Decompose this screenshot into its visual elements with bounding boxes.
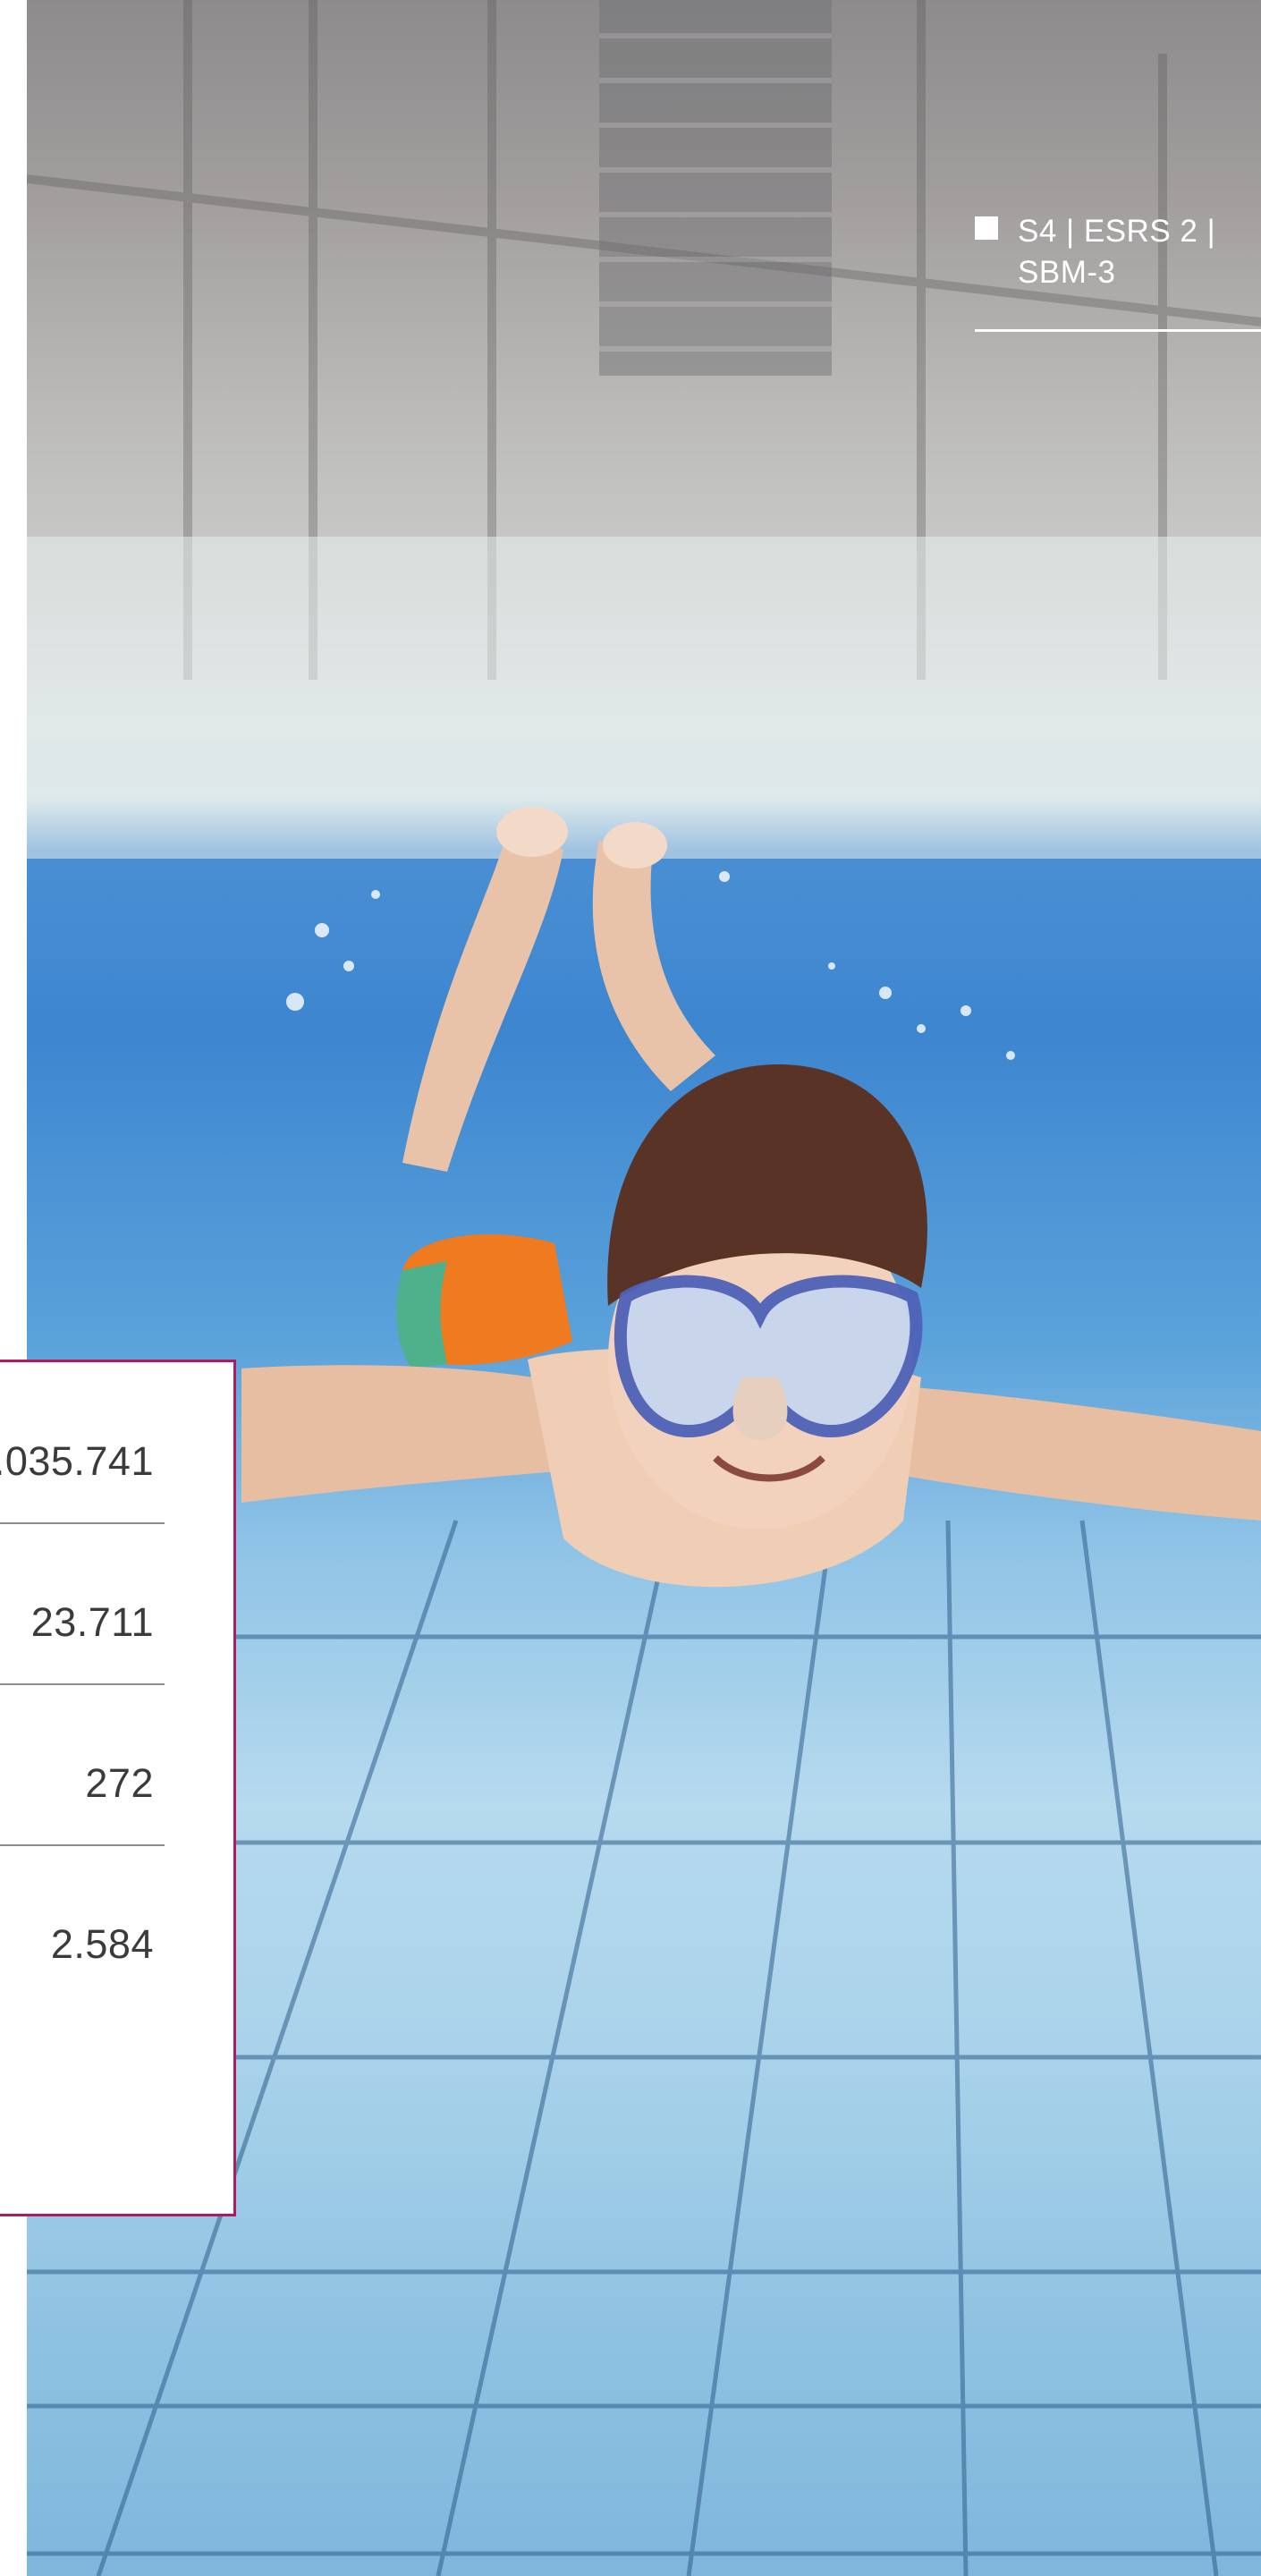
data-card: 1.035.741 23.711 272 2.584: [0, 1360, 236, 2216]
tag-label: S4 | ESRS 2 | SBM-3: [1018, 211, 1215, 293]
tag-line-1: S4 | ESRS 2 |: [1018, 214, 1216, 249]
card-value: 272: [85, 1760, 154, 1806]
card-value: 23.711: [30, 1599, 154, 1645]
card-value: 2.584: [50, 1921, 154, 1967]
card-row: 272: [0, 1685, 165, 1846]
tag-divider: [975, 329, 1261, 332]
swimmer: [241, 807, 1261, 1588]
tag-line-2: SBM-3: [1018, 255, 1116, 290]
tag-square-icon: [975, 216, 998, 240]
card-row: 2.584: [0, 1846, 165, 2007]
card-value: 1.035.741: [0, 1438, 154, 1484]
page: S4 | ESRS 2 | SBM-3 1.035.741 23.711 272…: [0, 0, 1261, 2576]
card-row: 23.711: [0, 1524, 165, 1685]
card-row: 1.035.741: [0, 1363, 165, 1524]
blind: [599, 0, 832, 376]
